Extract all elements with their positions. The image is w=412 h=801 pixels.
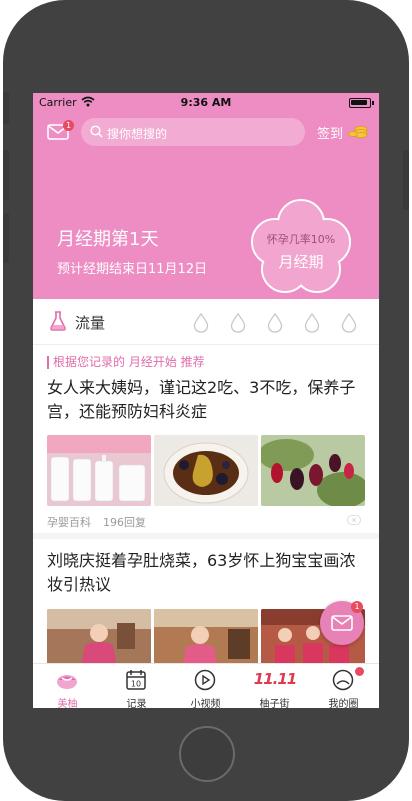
drop-icon[interactable] [193, 313, 209, 333]
tab-shop[interactable]: 11.11 柚子街 [240, 664, 309, 708]
battery-tip [372, 101, 374, 105]
app-screen: Carrier 9:36 AM 1 搜你想搜的 签到 月经期第1天 预计经期结束… [33, 93, 379, 708]
notification-dot [355, 667, 364, 676]
volume-up-button [3, 150, 9, 200]
volume-down-button [3, 213, 9, 263]
drop-icon[interactable] [267, 313, 283, 333]
post-title[interactable]: 刘晓庆挺着孕肚烧菜，63岁怀上狗宝宝画浓妆引热议 [47, 549, 367, 597]
profile-icon [332, 669, 354, 691]
tab-records[interactable]: 10 记录 [102, 664, 171, 708]
tab-label: 我的圈 [328, 699, 359, 708]
tab-label: 记录 [126, 699, 147, 708]
calendar-icon: 10 [126, 670, 146, 690]
period-day-label: 月经期第1天 [57, 229, 159, 250]
drop-icon[interactable] [304, 313, 320, 333]
cycle-phase: 月经期 [278, 253, 324, 271]
post-image-pads[interactable] [47, 435, 151, 506]
mute-switch [3, 92, 9, 124]
home-button[interactable] [179, 726, 235, 782]
post-image-kitchen-2[interactable] [154, 609, 258, 667]
post-source: 孕婴百科 [47, 516, 91, 529]
tab-label: 柚子街 [259, 699, 290, 708]
section-divider [33, 533, 379, 539]
period-end-label: 预计经期结束日11月12日 [57, 262, 208, 277]
tab-label: 美柚 [57, 699, 78, 708]
post-image-pear-soup[interactable] [154, 435, 258, 506]
flow-label: 流量 [75, 314, 106, 332]
pregnancy-rate: 怀孕几率10% [266, 233, 336, 246]
bowl-icon [57, 675, 77, 689]
coins-icon[interactable] [348, 125, 368, 139]
tab-videos[interactable]: 小视频 [171, 664, 240, 708]
search-input[interactable]: 搜你想搜的 [81, 118, 305, 146]
tab-label: 小视频 [190, 699, 221, 708]
battery-icon [349, 98, 371, 108]
period-header: 1 搜你想搜的 签到 月经期第1天 预计经期结束日11月12日 怀孕几率10% … [33, 113, 379, 299]
tab-bar: 美柚 10 记录 小视频 11.11 柚子街 我的圈 [33, 663, 379, 708]
play-icon [194, 669, 216, 691]
recommend-label: 根据您记录的 月经开始 推荐 [47, 356, 205, 369]
drop-icon[interactable] [230, 313, 246, 333]
double-eleven-icon: 11.11 [253, 670, 297, 688]
status-bar: Carrier 9:36 AM [33, 93, 379, 113]
svg-text:10: 10 [131, 680, 141, 689]
fab-badge: 1 [351, 601, 363, 613]
search-icon [90, 125, 103, 138]
clock: 9:36 AM [180, 96, 232, 109]
post-title[interactable]: 女人来大姨妈，谨记这2吃、3不吃，保养子宫，还能预防妇科炎症 [47, 376, 367, 424]
post-replies: 196回复 [103, 516, 146, 529]
tab-profile[interactable]: 我的圈 [309, 664, 378, 708]
flask-icon [50, 311, 66, 331]
drop-icon[interactable] [341, 313, 357, 333]
flow-row: 流量 [33, 299, 379, 345]
mail-badge: 1 [63, 120, 74, 131]
post-image-mulberries[interactable] [261, 435, 365, 506]
search-placeholder: 搜你想搜的 [107, 127, 168, 141]
signin-button[interactable]: 签到 [317, 123, 343, 142]
dismiss-icon[interactable] [347, 515, 361, 525]
mail-icon [331, 615, 353, 631]
post-image-kitchen-1[interactable] [47, 609, 151, 667]
tab-home[interactable]: 美柚 [33, 664, 102, 708]
power-button [403, 150, 409, 210]
